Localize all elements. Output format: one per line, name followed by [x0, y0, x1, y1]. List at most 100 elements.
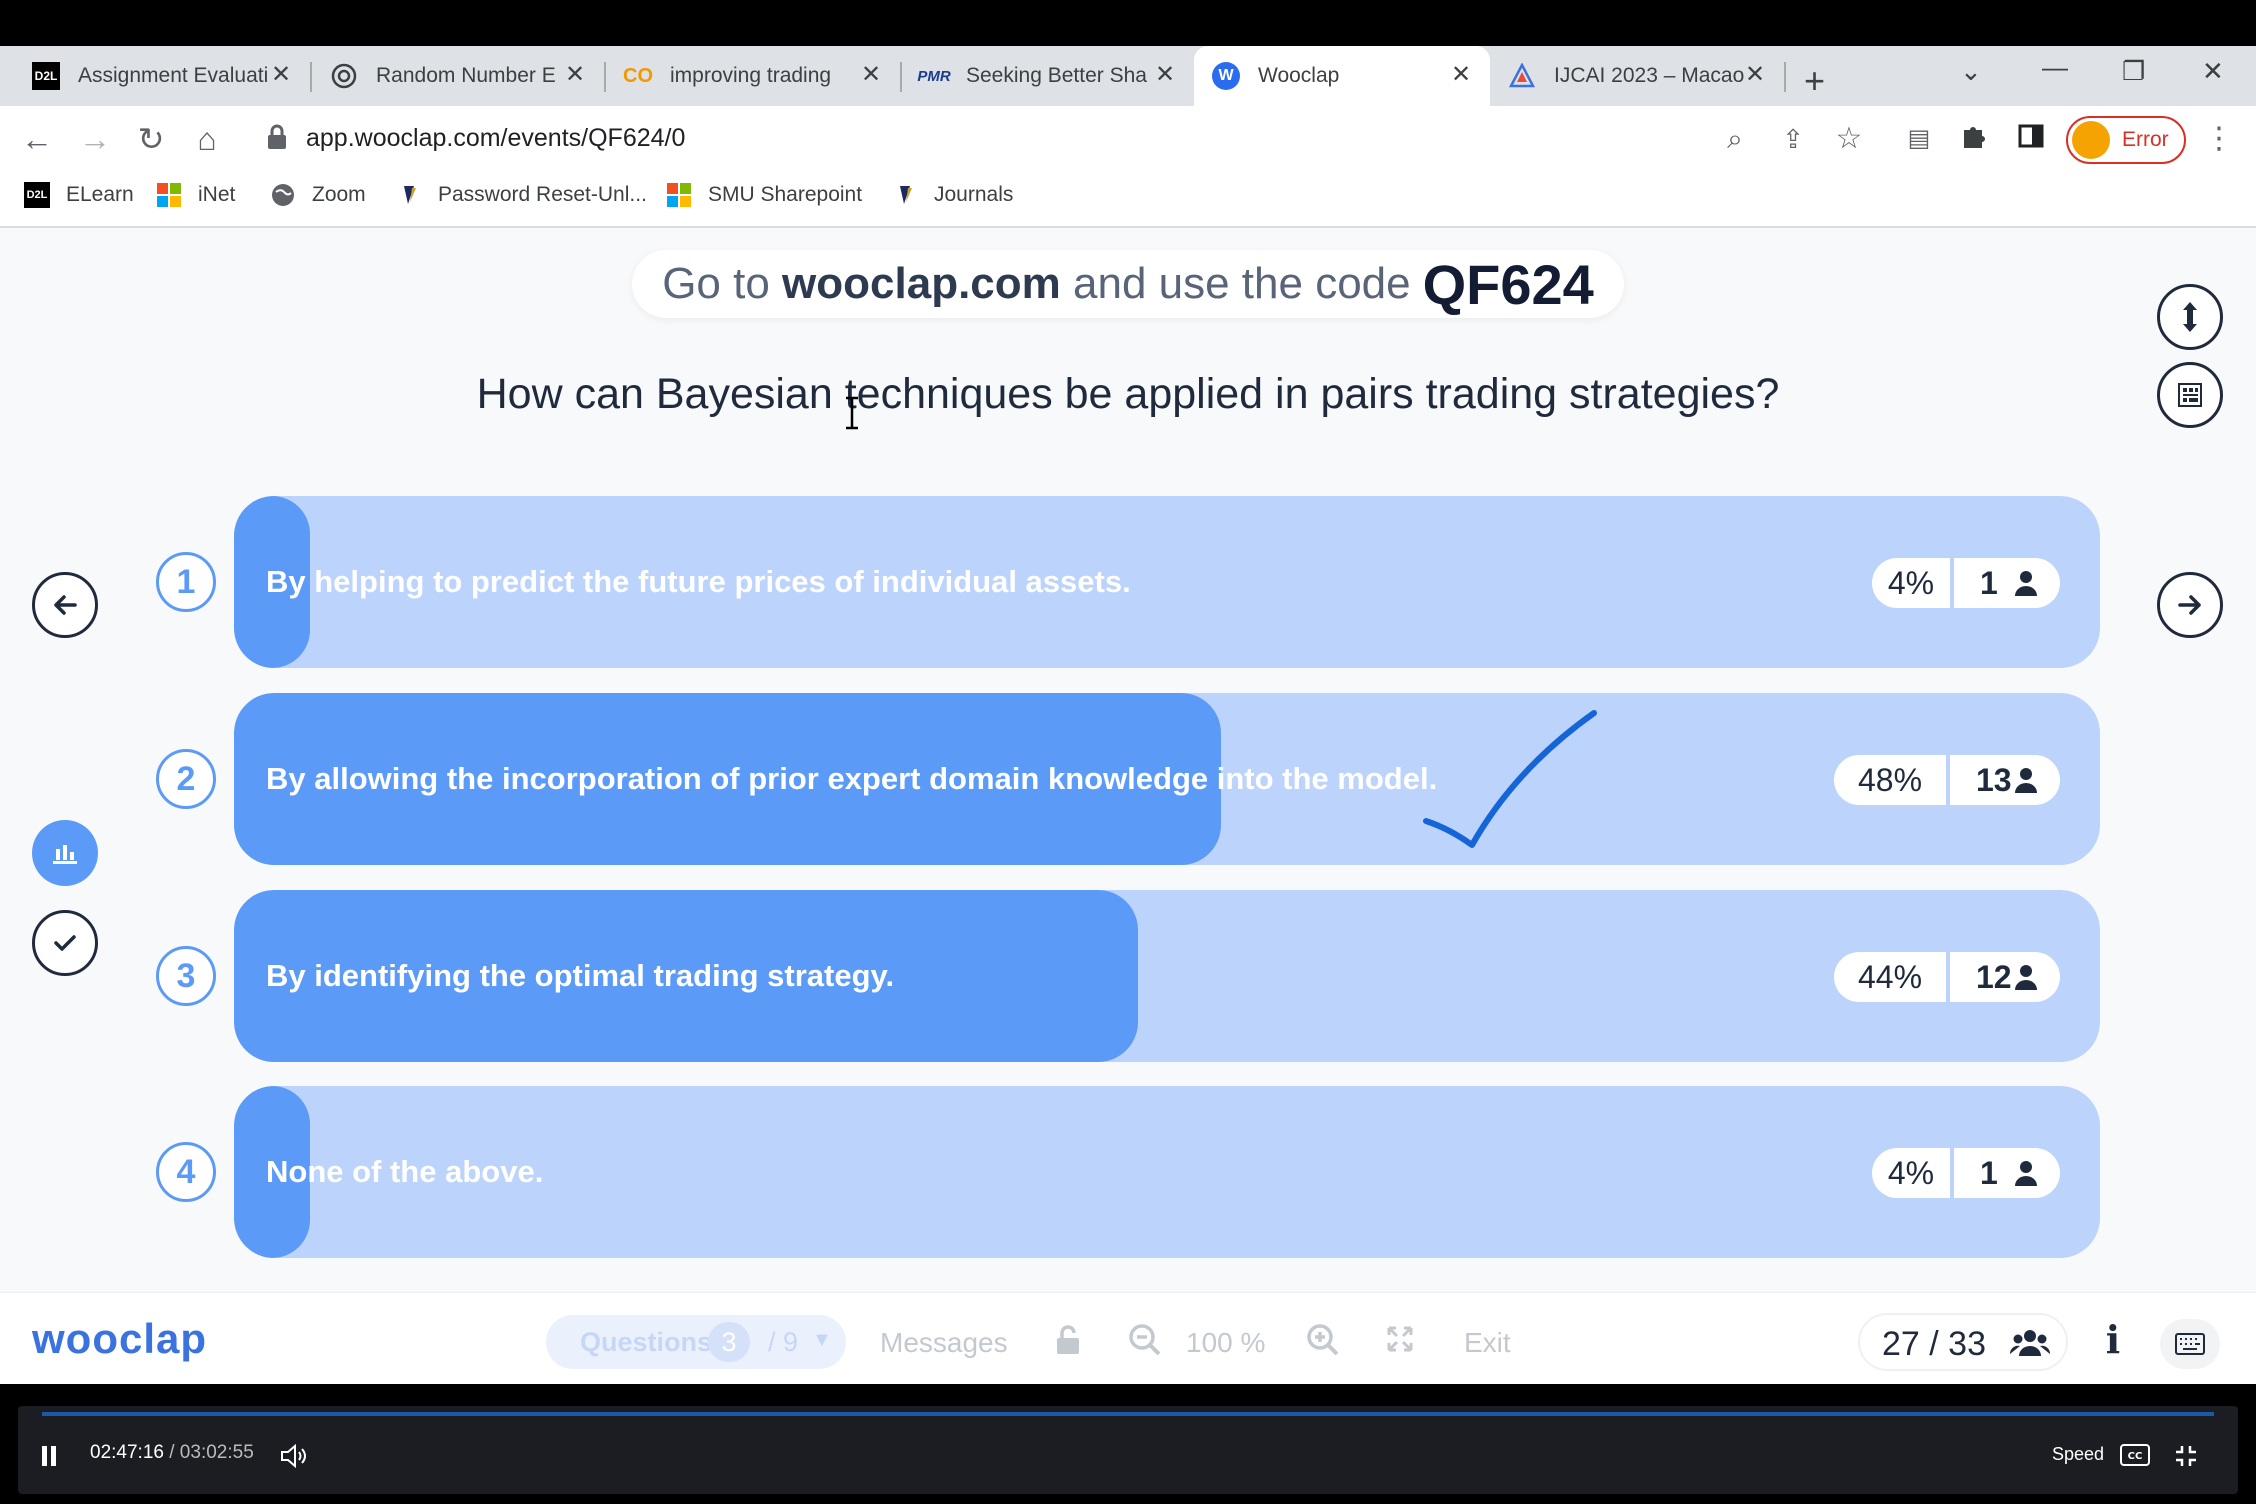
avatar: [2072, 121, 2110, 159]
pause-icon[interactable]: [40, 1444, 58, 1468]
window-close-icon[interactable]: ✕: [2202, 56, 2224, 87]
keyboard-button[interactable]: [2160, 1319, 2220, 1369]
zoom-out-icon[interactable]: [1128, 1323, 1162, 1357]
windows-icon: [157, 183, 181, 207]
d2l-favicon-icon: D2L: [32, 62, 60, 90]
answer-percent: 4%: [1872, 1148, 1950, 1198]
tab-search-chevron-icon[interactable]: ⌄: [1960, 56, 1982, 87]
volume-icon[interactable]: [280, 1444, 310, 1468]
show-results-button[interactable]: [32, 820, 98, 886]
exit-fullscreen-icon[interactable]: [2174, 1444, 2198, 1468]
participants-icon: [2010, 1330, 2050, 1356]
tab-improving-trading[interactable]: CO improving trading ✕: [606, 46, 900, 106]
answer-option[interactable]: None of the above. 4% 1: [234, 1086, 2100, 1258]
answer-option[interactable]: By allowing the incorporation of prior e…: [234, 693, 2100, 865]
answer-option[interactable]: By helping to predict the future prices …: [234, 496, 2100, 668]
bookmark-zoom[interactable]: Zoom: [270, 182, 366, 208]
tab-seeking-better[interactable]: PMR Seeking Better Sha ✕: [902, 46, 1194, 106]
close-icon[interactable]: ✕: [1742, 62, 1768, 88]
bookmarks-bar: D2L ELearn iNet Zoom Password Reset-Unl.…: [0, 172, 2256, 228]
close-icon[interactable]: ✕: [1448, 62, 1474, 88]
bookmark-journals[interactable]: Journals: [892, 182, 1013, 208]
bar-chart-icon: [53, 845, 77, 864]
tab-random-number[interactable]: Random Number E ✕: [312, 46, 604, 106]
current-question-badge: 3: [708, 1322, 750, 1362]
person-icon: [2015, 768, 2037, 793]
ijcai-favicon-icon: [1508, 62, 1536, 90]
close-icon[interactable]: ✕: [562, 62, 588, 88]
answer-vote-count: 1: [1954, 558, 2060, 608]
bookmark-elearn[interactable]: D2L ELearn: [24, 182, 134, 208]
restore-icon[interactable]: ❐: [2122, 56, 2145, 87]
url-text[interactable]: app.wooclap.com/events/QF624/0: [306, 124, 685, 153]
tab-wooclap[interactable]: W Wooclap ✕: [1194, 46, 1490, 106]
zoom-in-icon[interactable]: [1306, 1323, 1340, 1357]
handwritten-checkmark-icon: [1423, 710, 1597, 848]
video-progress-bar[interactable]: [42, 1412, 2214, 1416]
show-correct-answer-button[interactable]: [32, 910, 98, 976]
extensions-puzzle-icon[interactable]: [1956, 120, 1994, 158]
bookmark-inet[interactable]: iNet: [156, 182, 235, 208]
next-question-button[interactable]: [2157, 572, 2223, 638]
bookmark-star-icon[interactable]: ☆: [1830, 120, 1868, 158]
profile-button[interactable]: Error: [2066, 116, 2186, 164]
questions-selector[interactable]: Questions 3 / 9 ▼: [546, 1315, 846, 1369]
closed-captions-icon[interactable]: CC: [2120, 1444, 2150, 1466]
answer-text: By allowing the incorporation of prior e…: [266, 761, 1438, 796]
close-icon[interactable]: ✕: [858, 62, 884, 88]
person-icon: [2015, 965, 2037, 990]
pmr-favicon-icon: PMR: [917, 67, 951, 85]
home-icon[interactable]: ⌂: [188, 120, 226, 158]
extension-doc-icon[interactable]: ▤: [1900, 120, 1938, 158]
answer-number: 3: [156, 946, 216, 1006]
text-cursor-icon: [846, 396, 858, 430]
menu-kebab-icon[interactable]: ⋮: [2200, 120, 2238, 158]
co-favicon-icon: CO: [623, 64, 653, 87]
smu-icon: [900, 186, 912, 204]
bookmark-smu-sharepoint[interactable]: SMU Sharepoint: [666, 182, 862, 208]
video-time: 02:47:16 / 03:02:55: [90, 1442, 254, 1463]
back-arrow-icon[interactable]: ←: [18, 120, 56, 158]
lock-icon[interactable]: [266, 123, 288, 151]
answer-text: None of the above.: [266, 1154, 544, 1189]
tab-separator: [1784, 62, 1786, 92]
wooclap-logo: wooclap: [32, 1315, 208, 1362]
wooclap-footer: wooclap Questions 3 / 9 ▼ Messages 100 %…: [0, 1292, 2256, 1384]
fullscreen-vertical-button[interactable]: [2157, 284, 2223, 350]
bookmark-password-reset[interactable]: Password Reset-Unl...: [396, 182, 647, 208]
answer-vote-count: 1: [1954, 1148, 2060, 1198]
answer-number: 4: [156, 1142, 216, 1202]
previous-question-button[interactable]: [32, 572, 98, 638]
answer-percent: 44%: [1834, 952, 1946, 1002]
zoom-level: 100 %: [1186, 1327, 1266, 1358]
answer-option[interactable]: By identifying the optimal trading strat…: [234, 890, 2100, 1062]
vertical-arrows-icon: [2183, 302, 2197, 332]
question-title: How can Bayesian techniques be applied i…: [476, 370, 1780, 418]
share-icon[interactable]: ⇪: [1774, 120, 1812, 158]
answer-number: 1: [156, 552, 216, 612]
answer-percent: 48%: [1834, 755, 1946, 805]
qr-code-button[interactable]: [2157, 362, 2223, 428]
zoom-icon[interactable]: ⌕: [1716, 120, 1754, 158]
new-tab-plus-icon[interactable]: +: [1804, 60, 1825, 102]
messages-button[interactable]: Messages: [880, 1327, 1008, 1359]
browser-toolbar: ← → ↻ ⌂ app.wooclap.com/events/QF624/0 ⌕…: [0, 106, 2256, 172]
forward-arrow-icon[interactable]: →: [76, 120, 114, 158]
speed-button[interactable]: Speed: [2052, 1444, 2104, 1465]
expand-icon[interactable]: [1386, 1325, 1414, 1353]
tab-assignment[interactable]: D2L Assignment Evaluati ✕: [14, 46, 310, 106]
lock-icon[interactable]: [1054, 1323, 1082, 1357]
answer-number: 2: [156, 749, 216, 809]
close-icon[interactable]: ✕: [268, 62, 294, 88]
minimize-icon[interactable]: —: [2042, 52, 2068, 83]
answer-vote-count: 12: [1950, 952, 2060, 1002]
reload-icon[interactable]: ↻: [132, 120, 170, 158]
side-panel-icon[interactable]: [2012, 120, 2050, 158]
check-icon: [54, 935, 76, 951]
tab-ijcai[interactable]: IJCAI 2023 – Macao ✕: [1490, 46, 1784, 106]
keyboard-icon: [2175, 1333, 2205, 1355]
info-icon[interactable]: i: [2098, 1317, 2128, 1367]
close-icon[interactable]: ✕: [1152, 62, 1178, 88]
svg-text:CC: CC: [2128, 1451, 2143, 1462]
exit-button[interactable]: Exit: [1464, 1327, 1511, 1359]
